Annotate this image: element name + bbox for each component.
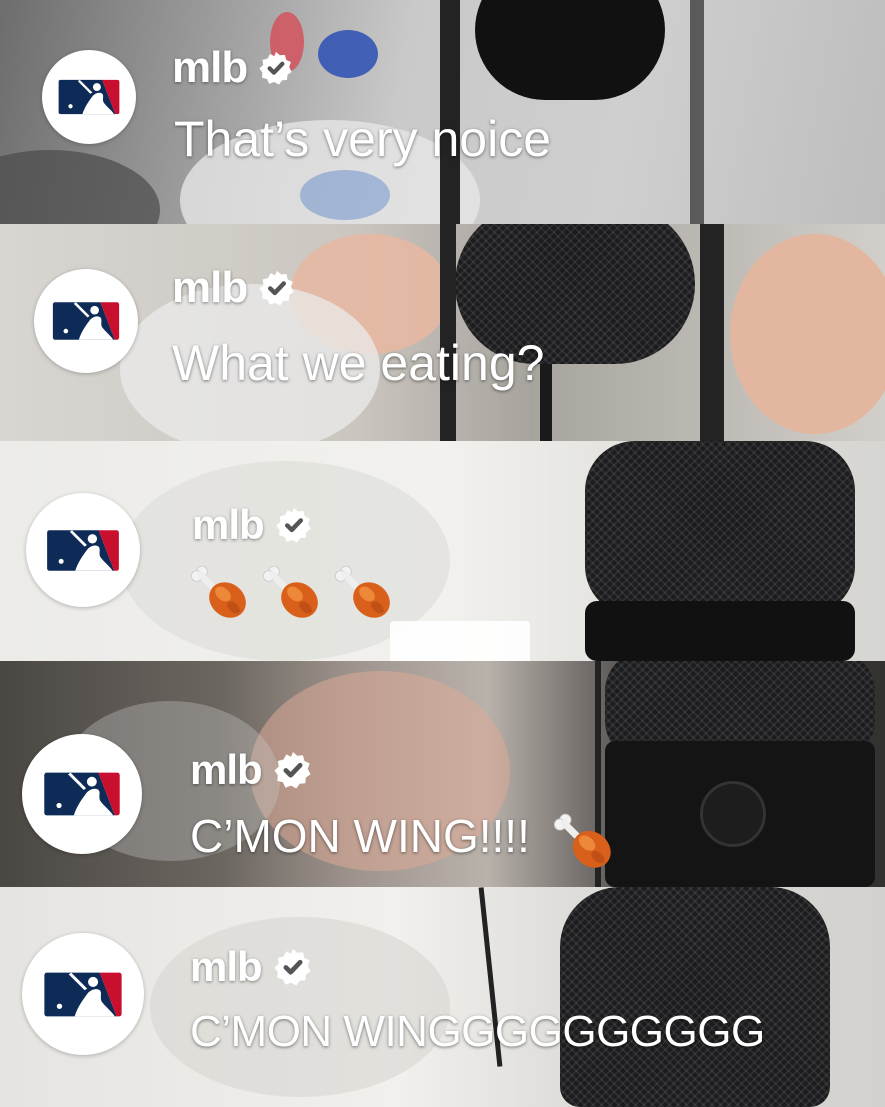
poultry-leg-icon bbox=[334, 561, 394, 621]
username[interactable]: mlb bbox=[190, 746, 263, 794]
comment-panel-4: mlb C’MON WING!!!! bbox=[0, 661, 885, 887]
avatar[interactable] bbox=[34, 269, 138, 373]
poultry-leg-icon bbox=[190, 561, 250, 621]
comment-panel-2: mlb What we eating? bbox=[0, 224, 885, 441]
avatar[interactable] bbox=[22, 933, 144, 1055]
comment-panel-1: mlb That’s very noice bbox=[0, 0, 885, 224]
username-row: mlb bbox=[192, 501, 312, 549]
comment-panel-5: mlb C’MON WINGGGGGGGGGG bbox=[0, 887, 885, 1107]
avatar[interactable] bbox=[26, 493, 140, 607]
verified-badge-icon bbox=[259, 51, 293, 85]
comment-text-value: C’MON WING!!!! bbox=[190, 810, 530, 863]
username-row: mlb bbox=[172, 42, 293, 94]
username-row: mlb bbox=[172, 262, 295, 314]
username[interactable]: mlb bbox=[172, 263, 248, 313]
verified-badge-icon bbox=[274, 751, 312, 789]
avatar[interactable] bbox=[22, 734, 142, 854]
poultry-leg-icon bbox=[262, 561, 322, 621]
mlb-logo-icon bbox=[50, 299, 122, 343]
username[interactable]: mlb bbox=[190, 943, 263, 991]
comment: mlb That’s very noice bbox=[0, 0, 885, 224]
comment-text bbox=[190, 561, 394, 621]
comment-collage: mlb That’s very noice mlb What we eating… bbox=[0, 0, 885, 1107]
verified-badge-icon bbox=[259, 270, 295, 306]
verified-badge-icon bbox=[276, 507, 312, 543]
mlb-logo-icon bbox=[41, 969, 125, 1020]
comment: mlb C’MON WING!!!! bbox=[0, 661, 885, 887]
comment: mlb C’MON WINGGGGGGGGGG bbox=[0, 887, 885, 1107]
comment-panel-3: mlb bbox=[0, 441, 885, 661]
comment-text: That’s very noice bbox=[174, 111, 552, 167]
username[interactable]: mlb bbox=[192, 501, 265, 549]
comment-text: C’MON WINGGGGGGGGGG bbox=[190, 1007, 765, 1056]
username[interactable]: mlb bbox=[172, 43, 248, 93]
mlb-logo-icon bbox=[44, 527, 122, 574]
comment-text: C’MON WING!!!! bbox=[190, 809, 615, 871]
mlb-logo-icon bbox=[41, 769, 123, 819]
comment: mlb bbox=[0, 441, 885, 661]
comment-text: What we eating? bbox=[172, 335, 545, 391]
verified-badge-icon bbox=[274, 948, 312, 986]
username-row: mlb bbox=[190, 745, 312, 795]
poultry-leg-icon bbox=[553, 809, 615, 871]
comment: mlb What we eating? bbox=[0, 224, 885, 441]
mlb-logo-icon bbox=[56, 77, 122, 117]
username-row: mlb bbox=[190, 943, 312, 991]
avatar[interactable] bbox=[42, 50, 136, 144]
